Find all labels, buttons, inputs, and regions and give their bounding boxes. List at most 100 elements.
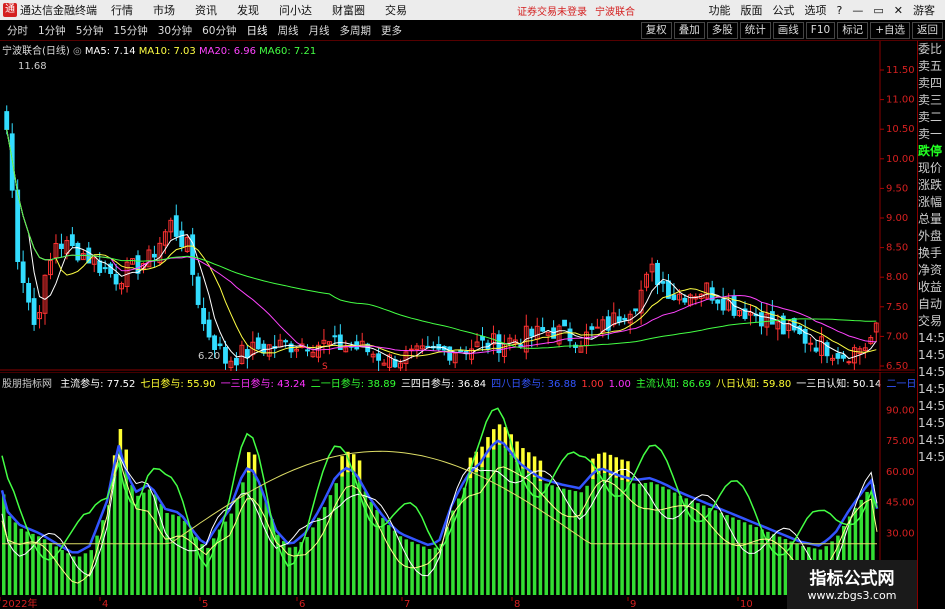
candle — [31, 298, 37, 325]
indicator-bar — [77, 556, 82, 595]
add-watchlist-button[interactable]: +自选 — [870, 22, 910, 39]
period-tab[interactable]: 多周期 — [337, 23, 375, 38]
candle — [206, 319, 212, 338]
candle — [458, 349, 464, 352]
sidebar-label: 卖四 — [918, 76, 943, 90]
quote-sidebar: 委比卖五卖四卖三卖二卖一跌停现价涨跌涨幅总量外盘换手净资收益自动交易 14:54 1… — [917, 41, 945, 609]
menu-function[interactable]: 功能 — [709, 2, 731, 18]
menu-formula[interactable]: 公式 — [773, 2, 795, 18]
indicator-bar — [439, 543, 443, 595]
indicator-bar — [462, 487, 467, 595]
candlestick-chart[interactable]: 11.50 11.00 10.50 10.00 9.50 9.00 8.50 8.00 7.50… — [0, 41, 915, 371]
restore-rights-button[interactable]: 复权 — [640, 22, 672, 39]
menu-layout[interactable]: 版面 — [741, 2, 763, 18]
x-tick-label: 10 — [740, 599, 753, 609]
watermark-title: 指标公式网 — [809, 569, 895, 589]
period-tab[interactable]: 15分钟 — [110, 23, 150, 38]
back-button[interactable]: 返回 — [912, 22, 943, 39]
indicator-bar — [667, 489, 671, 595]
indicator-bar — [579, 492, 583, 595]
menu-item-market[interactable]: 市场 — [153, 2, 175, 18]
menu-item-ask[interactable]: 问小达 — [279, 2, 312, 18]
maximize-icon[interactable]: ▭ — [873, 4, 883, 17]
period-tab[interactable]: 分时 — [4, 23, 31, 38]
indicator-bar — [486, 457, 490, 595]
multi-stock-button[interactable]: 多股 — [706, 22, 738, 39]
indicator-bar — [678, 495, 683, 595]
menu-item-trade[interactable]: 交易 — [385, 2, 407, 18]
candle — [529, 328, 535, 337]
candle — [562, 319, 567, 327]
indicator-bar — [509, 454, 513, 595]
sidebar-label: 14:54 — [918, 331, 945, 345]
period-tab-daily[interactable]: 日线 — [244, 23, 271, 38]
statistics-button[interactable]: 统计 — [739, 22, 771, 39]
candle — [589, 326, 595, 330]
sidebar-label: 自动 — [918, 297, 943, 311]
candle — [75, 242, 81, 261]
candle — [201, 307, 207, 325]
candle — [655, 262, 660, 286]
period-tab[interactable]: 60分钟 — [199, 23, 239, 38]
indicator-chart[interactable]: 90.0075.0060.0045.0030.0015.00 — [0, 372, 915, 597]
indicator-bar — [591, 479, 595, 595]
watermark-url: www.zbgs3.com — [807, 589, 897, 602]
period-tab[interactable]: 月线 — [306, 23, 333, 38]
menu-item-wealth[interactable]: 财富圈 — [332, 2, 365, 18]
candle — [234, 357, 239, 366]
indicator-bar — [147, 489, 152, 595]
x-tick-label: 9 — [630, 599, 636, 609]
indicator-bar — [410, 541, 414, 595]
watermark: 指标公式网 www.zbgs3.com — [787, 560, 917, 609]
f10-button[interactable]: F10 — [805, 22, 836, 39]
help-icon[interactable]: ? — [837, 4, 843, 17]
y-tick-label: 60.00 — [886, 467, 915, 478]
sell-marker: S — [322, 362, 328, 371]
period-tab[interactable]: 30分钟 — [155, 23, 195, 38]
period-tab[interactable]: 1分钟 — [35, 23, 69, 38]
candle — [791, 318, 797, 331]
period-tab-more[interactable]: 更多 — [378, 23, 405, 38]
menu-item-discover[interactable]: 发现 — [237, 2, 259, 18]
y-tick-label: 10.50 — [886, 124, 915, 135]
indicator-bar — [188, 528, 193, 595]
candle — [283, 340, 289, 343]
minimize-icon[interactable]: — — [852, 4, 863, 17]
menu-item-news[interactable]: 资讯 — [195, 2, 217, 18]
y-tick-label: 30.00 — [886, 528, 915, 539]
indicator-bar — [177, 516, 181, 595]
indicator-bar — [696, 503, 700, 595]
candle — [759, 312, 764, 327]
indicator-bar — [573, 491, 578, 595]
period-tab[interactable]: 周线 — [275, 23, 302, 38]
y-tick-label: 10.00 — [886, 154, 915, 165]
indicator-bar — [748, 524, 753, 595]
period-tab[interactable]: 5分钟 — [73, 23, 107, 38]
candle — [447, 346, 453, 361]
candle — [255, 337, 261, 350]
candle — [305, 349, 310, 352]
indicator-bar — [153, 494, 158, 595]
candle — [594, 326, 600, 329]
menu-options[interactable]: 选项 — [805, 2, 827, 18]
overlay-button[interactable]: 叠加 — [673, 22, 705, 39]
sidebar-label: 净资 — [918, 263, 943, 277]
x-tick-label: 8 — [514, 599, 520, 609]
candle — [633, 308, 639, 312]
y-tick-label: 7.00 — [886, 331, 908, 342]
indicator-bar — [322, 507, 327, 595]
sidebar-label: 现价 — [918, 161, 943, 175]
close-icon[interactable]: ✕ — [894, 4, 903, 17]
indicator-bar — [369, 501, 373, 595]
indicator-bar — [480, 467, 484, 595]
sidebar-label: 14:54 — [918, 348, 945, 362]
indicator-bar — [37, 536, 41, 595]
sidebar-label: 14:56 — [918, 433, 945, 447]
draw-line-button[interactable]: 画线 — [772, 22, 804, 39]
trade-login-warning[interactable]: 证券交易未登录 — [517, 3, 587, 18]
indicator-bar — [550, 485, 554, 595]
menu-item-quotes[interactable]: 行情 — [111, 2, 133, 18]
guest-label[interactable]: 游客 — [913, 2, 935, 18]
indicator-bar — [13, 522, 18, 595]
mark-button[interactable]: 标记 — [837, 22, 869, 39]
